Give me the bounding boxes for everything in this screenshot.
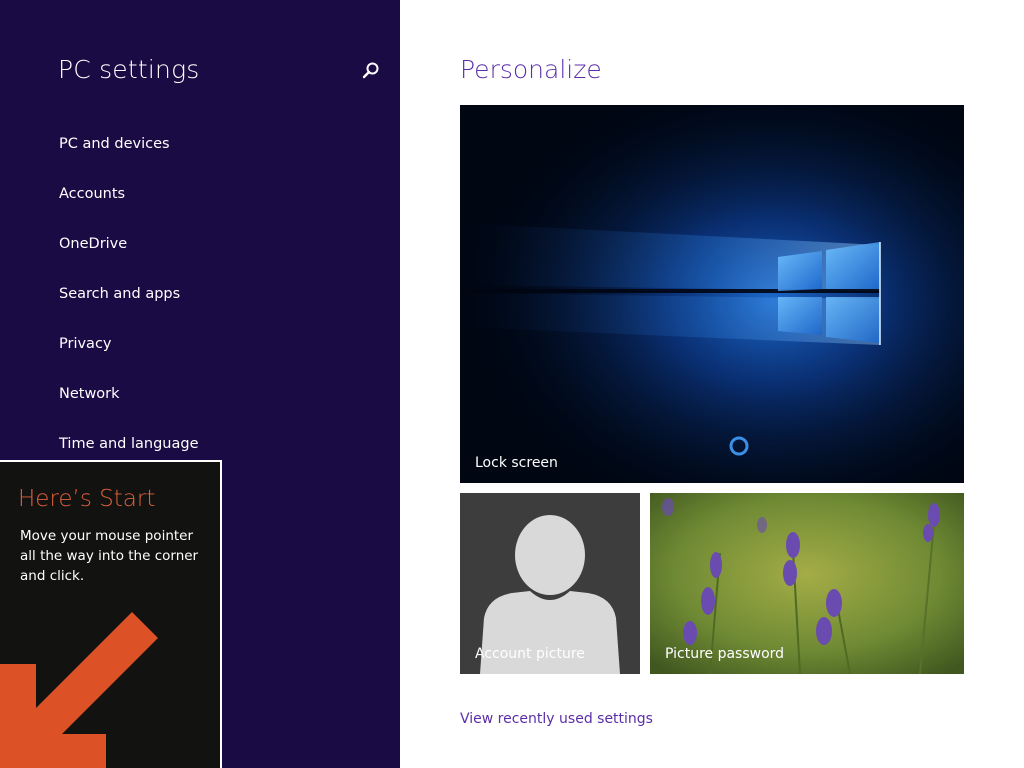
nav-item-time-and-language[interactable]: Time and language bbox=[59, 436, 199, 452]
nav-item-onedrive[interactable]: OneDrive bbox=[59, 236, 127, 252]
search-icon bbox=[362, 62, 379, 79]
page-title: Personalize bbox=[460, 55, 602, 84]
lock-screen-label: Lock screen bbox=[475, 455, 558, 471]
nav-item-network[interactable]: Network bbox=[59, 386, 120, 402]
pc-settings-screen: PC settings PC and devices Accounts OneD… bbox=[0, 0, 1024, 768]
lock-screen-tile[interactable]: Lock screen bbox=[460, 105, 964, 483]
start-tip-body: Move your mouse pointer all the way into… bbox=[20, 528, 199, 584]
main-pane: Personalize Lock screen Account picture … bbox=[400, 0, 1024, 768]
loading-ring-icon bbox=[729, 436, 749, 456]
start-tip-popup: Here’s Start Move your mouse pointer all… bbox=[0, 460, 222, 768]
search-button[interactable] bbox=[360, 60, 382, 82]
nav-item-search-and-apps[interactable]: Search and apps bbox=[59, 286, 180, 302]
sidebar-title: PC settings bbox=[58, 55, 200, 84]
picture-password-tile[interactable]: Picture password bbox=[650, 493, 964, 674]
picture-password-label: Picture password bbox=[665, 646, 785, 662]
lock-screen-image bbox=[460, 105, 964, 483]
start-tip-title: Here’s Start bbox=[18, 486, 156, 512]
nav-item-accounts[interactable]: Accounts bbox=[59, 186, 125, 202]
nav-item-privacy[interactable]: Privacy bbox=[59, 336, 112, 352]
account-picture-tile[interactable]: Account picture bbox=[460, 493, 640, 674]
account-picture-label: Account picture bbox=[475, 646, 585, 662]
view-recent-settings-link[interactable]: View recently used settings bbox=[460, 711, 653, 727]
nav-item-pc-and-devices[interactable]: PC and devices bbox=[59, 136, 170, 152]
arrow-down-left-icon bbox=[0, 612, 158, 768]
